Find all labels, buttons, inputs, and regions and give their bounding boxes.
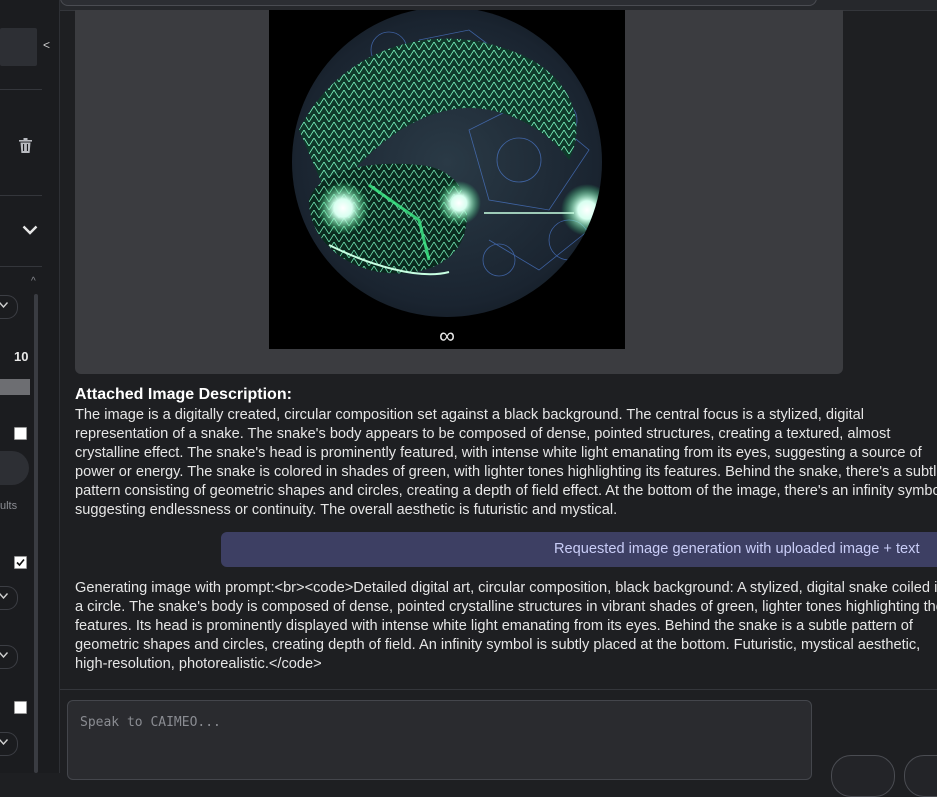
send-button[interactable] [831, 755, 895, 797]
top-input-edge[interactable] [60, 0, 817, 6]
trash-icon[interactable] [19, 138, 32, 158]
sidebar-scrollbar[interactable] [34, 294, 38, 773]
sidebar-dropdown[interactable] [0, 732, 18, 756]
options-button[interactable] [904, 755, 937, 797]
chevron-down-icon[interactable] [22, 222, 38, 240]
sidebar-checkbox[interactable] [14, 701, 27, 714]
assistant-message-text: Generating image with prompt:<br><code>D… [75, 580, 937, 672]
collapse-sidebar-button[interactable]: < [43, 38, 50, 52]
sidebar-checkbox[interactable] [14, 427, 27, 440]
user-message-bubble: Requested image generation with uploaded… [221, 532, 937, 567]
sidebar-input-field[interactable] [0, 28, 37, 66]
sidebar: < ^ 10 ults [0, 0, 60, 773]
chat-input[interactable] [67, 700, 812, 780]
sidebar-pill-button[interactable] [0, 451, 29, 485]
sidebar-number-value: 10 [14, 349, 29, 364]
attached-image: ∞ [269, 10, 625, 349]
sidebar-label: ults [0, 500, 18, 512]
sidebar-divider [0, 195, 42, 196]
sidebar-dropdown[interactable] [0, 645, 18, 669]
scroll-up-arrow-icon[interactable]: ^ [31, 277, 36, 287]
sidebar-divider [0, 266, 42, 267]
sidebar-divider [0, 89, 42, 90]
sidebar-dropdown[interactable] [0, 586, 18, 610]
description-text: The image is a digitally created, circul… [75, 407, 937, 518]
sidebar-checkbox-checked[interactable] [14, 556, 27, 569]
sidebar-slider[interactable] [0, 379, 30, 395]
snake-artwork [292, 10, 602, 317]
sidebar-dropdown[interactable] [0, 295, 18, 319]
user-message-text: Requested image generation with uploaded… [554, 541, 920, 557]
description-title: Attached Image Description: [75, 386, 292, 403]
infinity-symbol: ∞ [439, 323, 455, 348]
